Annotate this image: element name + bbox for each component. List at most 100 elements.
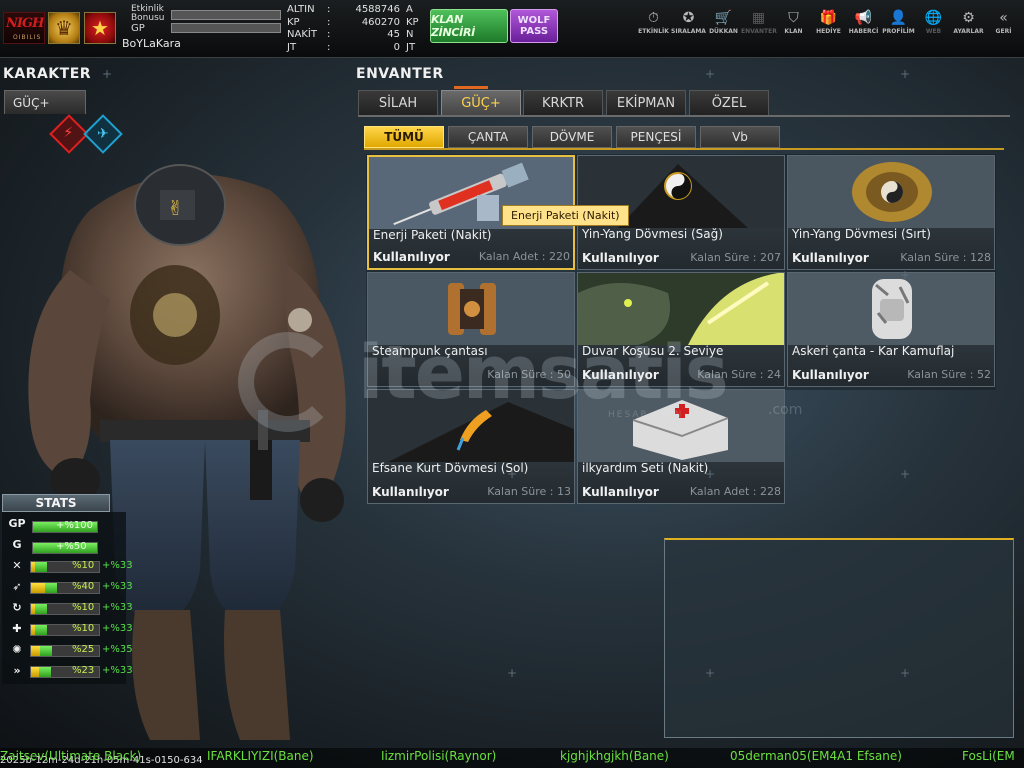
stat-value: +%100 (56, 520, 93, 531)
currency-separator: : (327, 41, 331, 53)
menu-label: HEDİYE (816, 28, 841, 35)
tab-güç[interactable]: GÜÇ+ (441, 90, 521, 115)
gp-label: GP (131, 23, 145, 34)
menu-item-klan[interactable]: ⛉ KLAN (776, 8, 811, 36)
tab-silah[interactable]: SİLAH (358, 90, 438, 115)
menu-item-hedi̇ye[interactable]: 🎁 HEDİYE (811, 8, 846, 36)
item-status: Kullanılıyor (582, 251, 659, 265)
menu-label: ENVANTER (741, 28, 777, 35)
character-tab-power[interactable]: GÜÇ+ (4, 90, 86, 114)
ticker-message: FosLi(EM (962, 749, 1015, 763)
stat-bonus: +%33 (102, 602, 133, 613)
health-icon: ✚ (12, 622, 22, 635)
decor-plus: + (507, 666, 518, 680)
currency-name: NAKİT (287, 29, 317, 40)
decor-plus: + (102, 67, 113, 81)
currency-value: 45 (387, 29, 400, 40)
currency-name: JT (287, 41, 297, 53)
skill-blue-icon[interactable]: ✈ (83, 114, 123, 154)
currency-unit: KP (406, 16, 419, 28)
currency-row: NAKİT: 45 N (282, 29, 422, 42)
subtab-3[interactable]: DÖVME (532, 126, 612, 148)
run-icon: ➶ (12, 580, 22, 593)
stat-row: ✚ %10 +%33 (6, 620, 133, 638)
inventory-icon: ▦ (751, 10, 766, 26)
stat-bonus: +%35 (102, 644, 133, 655)
item-name: Yin-Yang Dövmesi (Sağ) (582, 227, 723, 241)
menu-item-profi̇li̇m[interactable]: 👤 PROFİLİM (881, 8, 916, 36)
subtab-1[interactable]: TÜMÜ (364, 126, 444, 148)
item-remaining: Kalan Adet : 228 (689, 485, 781, 498)
game-logo: NIGHT OIBILIS (3, 12, 45, 44)
character-title: KARAKTER (3, 66, 92, 82)
subtab-5[interactable]: Vb (700, 126, 780, 148)
decor-plus: + (900, 467, 911, 481)
decor-plus: + (705, 67, 716, 81)
item-name: Efsane Kurt Dövmesi (Sol) (372, 461, 529, 475)
tab-özel[interactable]: ÖZEL (689, 90, 769, 115)
stat-value: %10 (72, 623, 95, 634)
subtab-divider (364, 148, 1004, 150)
item-name: ilkyardım Seti (Nakit) (582, 461, 709, 475)
menu-item-etki̇nli̇k[interactable]: ⏱ ETKİNLİK (636, 8, 671, 36)
subtab-2[interactable]: ÇANTA (448, 126, 528, 148)
menu-label: DÜKKAN (709, 28, 738, 35)
menu-item-dükkan[interactable]: 🛒 DÜKKAN (706, 8, 741, 36)
stat-bonus: +%33 (102, 581, 133, 592)
gift-icon: 🎁 (819, 10, 838, 26)
back-chevron-icon: « (999, 10, 1008, 26)
decor-plus: + (507, 467, 518, 481)
stat-row: GP +%100 (6, 515, 131, 533)
menu-label: SIRALAMA (671, 28, 706, 35)
inventory-title-accent (454, 86, 488, 89)
tab-divider (358, 115, 1010, 117)
stat-value: %10 (72, 602, 95, 613)
rank-star-icon[interactable]: ★ (84, 12, 116, 44)
decor-plus: + (900, 67, 911, 81)
decor-plus: + (705, 666, 716, 680)
menu-item-haberci̇[interactable]: 📢 HABERCİ (846, 8, 881, 36)
profile-icon: 👤 (889, 10, 908, 26)
menu-label: WEB (925, 28, 942, 35)
chat-ticker: 2025b-12m-24d-21h-05m-41s-0150-634 Zaits… (0, 748, 1024, 768)
attack-icon: ✕ (12, 559, 22, 572)
item-card[interactable]: Yin-Yang Dövmesi (Sırt) Kullanılıyor Kalan… (787, 155, 995, 270)
menu-label: AYARLAR (953, 28, 984, 35)
currency-separator: : (327, 29, 331, 40)
menu-item-geri̇[interactable]: « GERİ (986, 8, 1021, 36)
currency-name: ALTIN (287, 4, 315, 15)
stat-row: G +%50 (6, 536, 131, 554)
globe-icon: 🌐 (924, 10, 943, 26)
clan-chain-button[interactable]: KLAN ZİNCİRİ (430, 9, 508, 43)
stat-value: %23 (72, 665, 95, 676)
menu-label: KLAN (784, 28, 803, 35)
item-remaining: Kalan Süre : 207 (690, 251, 781, 264)
decor-plus: + (900, 268, 911, 282)
item-remaining: Kalan Süre : 13 (487, 485, 571, 498)
stopwatch-icon: ⏱ (648, 10, 659, 26)
ticker-message: Zaitsev(Ultimate Black) (0, 749, 142, 763)
currency-row: KP: 460270 KP (282, 17, 422, 30)
tab-ekipman[interactable]: EKİPMAN (606, 90, 686, 115)
menu-label: HABERCİ (848, 28, 879, 35)
stat-bonus: +%33 (102, 623, 133, 634)
menu-item-ayarlar[interactable]: ⚙ AYARLAR (951, 8, 986, 36)
menu-item-web: 🌐 WEB (916, 8, 951, 36)
menu-item-siralama[interactable]: ✪ SIRALAMA (671, 8, 706, 36)
menu-label: ETKİNLİK (638, 28, 669, 35)
watermark: itemsatis HESAP · PİN .com (208, 326, 828, 436)
stat-row: ✕ %10 +%33 (6, 557, 133, 575)
clan-emblem-icon[interactable]: ♛ (48, 12, 80, 44)
item-name: Enerji Paketi (Nakit) (373, 228, 492, 242)
tab-krktr[interactable]: KRKTR (523, 90, 603, 115)
skill-icon: ✺ (12, 643, 22, 656)
currency-separator: : (327, 16, 331, 28)
subtab-4[interactable]: PENÇESİ (616, 126, 696, 148)
gp-bar (171, 23, 281, 33)
stat-row: » %23 +%33 (6, 662, 133, 680)
currency-panel: ALTIN:4588746 A KP:460270 KP NAKİT:45 N JT:0 JT (282, 4, 422, 54)
item-status: Kullanılıyor (372, 485, 449, 499)
decor-plus: + (705, 467, 716, 481)
wolf-pass-button[interactable]: WOLF PASS (510, 9, 558, 43)
stat-row: ↻ %10 +%33 (6, 599, 133, 617)
